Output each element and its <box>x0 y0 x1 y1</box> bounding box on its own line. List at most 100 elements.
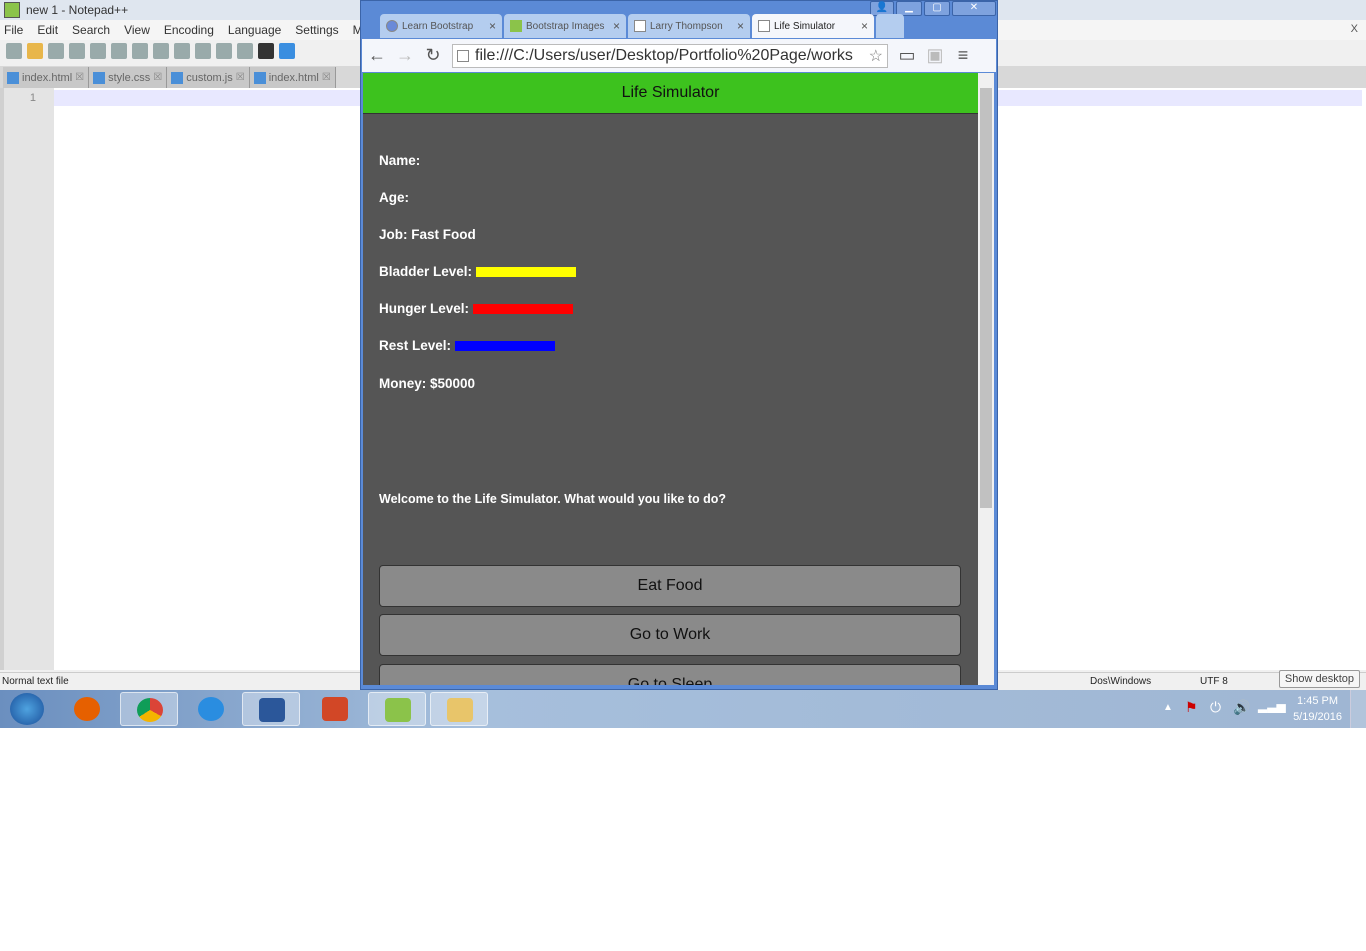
powerpoint-taskbar-icon[interactable] <box>306 692 364 726</box>
volume-icon[interactable]: 🔊 <box>1233 699 1250 716</box>
welcome-message: Welcome to the Life Simulator. What woul… <box>379 492 727 506</box>
close-tab-icon[interactable]: × <box>489 19 496 33</box>
rest-level: Rest Level: <box>379 338 556 353</box>
hunger-bar <box>473 303 574 314</box>
hunger-label: Hunger Level: <box>379 301 470 316</box>
menu-edit[interactable]: Edit <box>37 23 58 37</box>
new-file-icon[interactable] <box>6 43 22 59</box>
line-number: 1 <box>29 92 36 104</box>
go-to-work-button[interactable]: Go to Work <box>379 614 961 656</box>
menu-search[interactable]: Search <box>72 23 110 37</box>
extension-icon[interactable]: ▣ <box>926 45 944 66</box>
redo-icon[interactable] <box>237 43 253 59</box>
tab-learn-bootstrap[interactable]: Learn Bootstrap × <box>380 14 502 38</box>
scrollbar-thumb[interactable] <box>980 88 992 508</box>
save-all-icon[interactable] <box>69 43 85 59</box>
page-icon <box>634 20 646 32</box>
power-icon[interactable]: ⏻ <box>1210 699 1221 716</box>
go-to-sleep-button[interactable]: Go to Sleep <box>379 664 961 685</box>
close-file-icon[interactable] <box>90 43 106 59</box>
tray-expand-icon[interactable]: ▲ <box>1163 702 1173 713</box>
clock-date: 5/19/2016 <box>1293 711 1342 723</box>
chrome-taskbar-icon[interactable] <box>120 692 178 726</box>
page-viewport: Life Simulator Name: Age: Job: Fast Food… <box>363 73 978 685</box>
close-tab-icon[interactable]: × <box>861 19 868 33</box>
hunger-level: Hunger Level: <box>379 301 574 316</box>
word-taskbar-icon[interactable] <box>242 692 300 726</box>
network-signal-icon[interactable]: ▂▃▅ <box>1258 699 1286 713</box>
menu-settings[interactable]: Settings <box>295 23 338 37</box>
tab-index-html[interactable]: index.html ☒ <box>3 67 90 88</box>
page-icon <box>457 49 469 62</box>
status-file-type: Normal text file <box>2 676 69 687</box>
close-window-button[interactable]: ✕ <box>952 1 996 16</box>
menu-encoding[interactable]: Encoding <box>164 23 214 37</box>
bladder-bar <box>476 266 577 277</box>
url-text: file:///C:/Users/user/Desktop/Portfolio%… <box>475 46 853 64</box>
browser-tabs: Learn Bootstrap × Bootstrap Images × Larry… <box>380 14 904 38</box>
menu-file[interactable]: File <box>4 23 23 37</box>
tab-label: index.html <box>268 71 319 84</box>
menu-icon[interactable]: ≡ <box>954 45 972 66</box>
tab-label: index.html <box>22 71 73 84</box>
undo-icon[interactable] <box>216 43 232 59</box>
new-tab-button[interactable] <box>876 14 904 38</box>
start-button[interactable] <box>4 692 50 726</box>
forward-icon[interactable]: → <box>396 45 414 66</box>
tab-label: style.css <box>108 71 151 84</box>
bladder-level: Bladder Level: <box>379 264 577 279</box>
show-desktop-button[interactable]: Show desktop <box>1278 670 1360 688</box>
tab-title: Larry Thompson <box>650 20 723 32</box>
print-icon[interactable] <box>132 43 148 59</box>
close-tab-icon[interactable]: × <box>613 19 620 33</box>
tab-style-css[interactable]: style.css ☒ <box>89 67 168 88</box>
bookmark-star-icon[interactable]: ☆ <box>869 46 883 66</box>
eat-food-button[interactable]: Eat Food <box>379 565 961 607</box>
back-icon[interactable]: ← <box>368 45 386 66</box>
paste-icon[interactable] <box>195 43 211 59</box>
tab-title: Life Simulator <box>774 20 836 32</box>
close-tab-icon[interactable]: ☒ <box>75 72 84 83</box>
tab-larry-thompson[interactable]: Larry Thompson × <box>628 14 750 38</box>
saved-file-icon <box>7 71 19 84</box>
line-number-gutter: 1 <box>0 88 54 670</box>
tab-life-simulator[interactable]: Life Simulator × <box>752 14 874 38</box>
replace-icon[interactable] <box>279 43 295 59</box>
close-all-icon[interactable] <box>111 43 127 59</box>
age-label: Age: <box>379 190 409 205</box>
close-tab-icon[interactable]: ☒ <box>153 72 162 83</box>
close-document-button[interactable]: X <box>1351 23 1358 35</box>
copy-icon[interactable] <box>174 43 190 59</box>
notepad-logo-icon <box>4 2 20 18</box>
reload-icon[interactable]: ↻ <box>424 45 442 66</box>
open-file-icon[interactable] <box>27 43 43 59</box>
cut-icon[interactable] <box>153 43 169 59</box>
saved-file-icon <box>253 71 266 84</box>
tab-custom-js[interactable]: custom.js ☒ <box>167 67 250 88</box>
close-tab-icon[interactable]: ☒ <box>322 72 331 83</box>
ie-taskbar-icon[interactable] <box>182 692 240 726</box>
rest-bar <box>455 340 556 351</box>
w3-favicon-icon <box>510 20 522 32</box>
browser-toolbar: ← → ↻ file:///C:/Users/user/Desktop/Port… <box>362 39 996 72</box>
find-icon[interactable] <box>258 43 274 59</box>
tab-bootstrap-images[interactable]: Bootstrap Images × <box>504 14 626 38</box>
save-icon[interactable] <box>48 43 64 59</box>
status-encoding: UTF 8 <box>1200 676 1228 687</box>
notepadpp-taskbar-icon[interactable] <box>368 692 426 726</box>
menu-view[interactable]: View <box>124 23 150 37</box>
maximize-button[interactable]: ▢ <box>924 1 950 16</box>
address-bar[interactable]: file:///C:/Users/user/Desktop/Portfolio%… <box>452 43 888 68</box>
show-desktop-strip[interactable] <box>1350 690 1366 728</box>
close-tab-icon[interactable]: × <box>737 19 744 33</box>
taskbar-clock[interactable]: 1:45 PM 5/19/2016 <box>1293 693 1342 725</box>
explorer-taskbar-icon[interactable] <box>430 692 488 726</box>
cast-icon[interactable]: ▭ <box>898 45 916 66</box>
tab-index-html-2[interactable]: index.html ☒ <box>249 67 336 88</box>
menu-language[interactable]: Language <box>228 23 281 37</box>
app-header: Life Simulator <box>363 73 978 114</box>
close-tab-icon[interactable]: ☒ <box>236 72 245 83</box>
action-center-flag-icon[interactable]: ⚑ <box>1185 699 1198 716</box>
rest-label: Rest Level: <box>379 338 452 353</box>
firefox-taskbar-icon[interactable] <box>58 692 116 726</box>
